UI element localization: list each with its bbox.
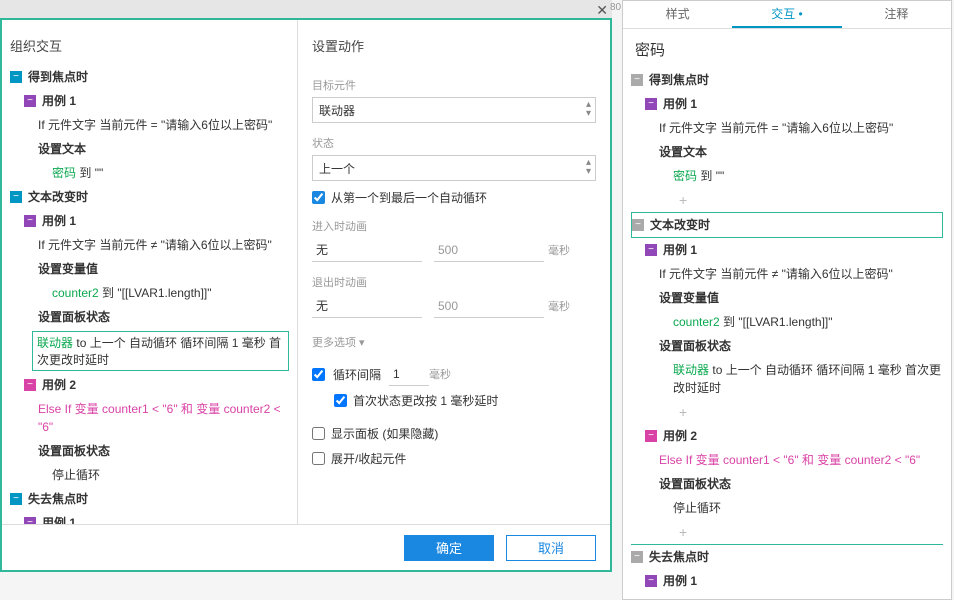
loop-interval-input[interactable] bbox=[389, 362, 429, 386]
case-1b[interactable]: −用例 1 bbox=[10, 209, 289, 233]
condition-row[interactable]: If 元件文字 当前元件 = "请输入6位以上密码" bbox=[10, 113, 289, 137]
organize-interactions-panel: 组织交互 −得到焦点时 −用例 1 If 元件文字 当前元件 = "请输入6位以… bbox=[2, 20, 298, 524]
event-focus[interactable]: −得到焦点时 bbox=[10, 65, 289, 89]
r-elseif[interactable]: Else If 变量 counter1 < "6" 和 变量 counter2 … bbox=[631, 448, 943, 472]
r-plus[interactable]: + bbox=[631, 188, 943, 212]
case-1[interactable]: −用例 1 bbox=[10, 89, 289, 113]
r-settext[interactable]: 设置文本 bbox=[631, 140, 943, 164]
loop-interval-checkbox[interactable] bbox=[312, 368, 325, 381]
auto-loop-check[interactable]: 从第一个到最后一个自动循环 bbox=[312, 189, 596, 206]
cancel-button[interactable]: 取消 bbox=[506, 535, 596, 561]
selected-action[interactable]: 联动器 to 上一个 自动循环 循环间隔 1 毫秒 首次更改时延时 bbox=[32, 331, 289, 371]
r-case-1c[interactable]: −用例 1 bbox=[631, 569, 943, 593]
anim-in-label: 进入时动画 bbox=[312, 218, 596, 234]
ms-unit: 毫秒 bbox=[548, 298, 570, 314]
more-options[interactable]: 更多选项 ▾ bbox=[312, 334, 596, 350]
r-cond1[interactable]: If 元件文字 当前元件 = "请输入6位以上密码" bbox=[631, 116, 943, 140]
r-case-2[interactable]: −用例 2 bbox=[631, 424, 943, 448]
anim-out-duration[interactable] bbox=[434, 294, 544, 318]
action-setvar[interactable]: 设置变量值 bbox=[10, 257, 289, 281]
chevron-updown-icon: ▴▾ bbox=[586, 158, 591, 176]
dialog-footer: 确定 取消 bbox=[2, 524, 610, 570]
r-setpanel2[interactable]: 设置面板状态 bbox=[631, 472, 943, 496]
interaction-editor-dialog: 组织交互 −得到焦点时 −用例 1 If 元件文字 当前元件 = "请输入6位以… bbox=[0, 18, 612, 572]
target-select[interactable]: 联动器 ▴▾ bbox=[312, 97, 596, 123]
anim-in-duration[interactable] bbox=[434, 238, 544, 262]
stop-loop[interactable]: 停止循环 bbox=[10, 463, 289, 487]
event-blur[interactable]: −失去焦点时 bbox=[10, 487, 289, 511]
auto-loop-checkbox[interactable] bbox=[312, 191, 325, 204]
widget-name[interactable]: 密码 bbox=[623, 29, 951, 68]
loop-interval-row[interactable]: 循环间隔 毫秒 bbox=[312, 362, 596, 386]
r-setvar[interactable]: 设置变量值 bbox=[631, 286, 943, 310]
state-select[interactable]: 上一个 ▴▾ bbox=[312, 155, 596, 181]
expand-collapse-row[interactable]: 展开/收起元件 bbox=[312, 450, 596, 467]
r-settext-val[interactable]: 密码 到 "" bbox=[631, 164, 943, 188]
tab-interact[interactable]: 交互 • bbox=[732, 1, 841, 28]
tab-notes[interactable]: 注释 bbox=[842, 1, 951, 28]
close-icon[interactable]: ✕ bbox=[596, 2, 608, 19]
r-case-1b[interactable]: −用例 1 bbox=[631, 238, 943, 262]
show-panel-checkbox[interactable] bbox=[312, 427, 325, 440]
action-settings-panel: 设置动作 目标元件 联动器 ▴▾ 状态 上一个 ▴▾ 从第一个到最后一个自动循环… bbox=[298, 20, 610, 524]
first-change-delay-row[interactable]: 首次状态更改按 1 毫秒延时 bbox=[334, 392, 596, 409]
state-label: 状态 bbox=[312, 135, 596, 151]
expand-collapse-checkbox[interactable] bbox=[312, 452, 325, 465]
anim-out-label: 退出时动画 bbox=[312, 274, 596, 290]
chevron-updown-icon: ▴▾ bbox=[586, 100, 591, 118]
case-2[interactable]: −用例 2 bbox=[10, 373, 289, 397]
event-textchange[interactable]: −文本改变时 bbox=[10, 185, 289, 209]
r-stoploop[interactable]: 停止循环 bbox=[631, 496, 943, 520]
target-label: 目标元件 bbox=[312, 77, 596, 93]
action-setpanel-2[interactable]: 设置面板状态 bbox=[10, 439, 289, 463]
action-settext[interactable]: 设置文本 bbox=[10, 137, 289, 161]
action-setpanel[interactable]: 设置面板状态 bbox=[10, 305, 289, 329]
show-panel-row[interactable]: 显示面板 (如果隐藏) bbox=[312, 425, 596, 442]
ok-button[interactable]: 确定 bbox=[404, 535, 494, 561]
anim-out-select[interactable] bbox=[312, 294, 422, 318]
condition-row-2[interactable]: If 元件文字 当前元件 ≠ "请输入6位以上密码" bbox=[10, 233, 289, 257]
right-title: 设置动作 bbox=[312, 30, 596, 65]
action-settext-target[interactable]: 密码 到 "" bbox=[10, 161, 289, 185]
inspector-panel: 样式 交互 • 注释 密码 −得到焦点时 −用例 1 If 元件文字 当前元件 … bbox=[622, 0, 952, 600]
left-title: 组织交互 bbox=[10, 30, 289, 65]
r-panel-detail[interactable]: 联动器 to 上一个 自动循环 循环间隔 1 毫秒 首次更改时延时 bbox=[631, 358, 943, 400]
r-setpanel[interactable]: 设置面板状态 bbox=[631, 334, 943, 358]
first-change-delay-checkbox[interactable] bbox=[334, 394, 347, 407]
r-event-focus[interactable]: −得到焦点时 bbox=[631, 68, 943, 92]
loop-unit: 毫秒 bbox=[429, 366, 451, 382]
r-setvar-val[interactable]: counter2 到 "[[LVAR1.length]]" bbox=[631, 310, 943, 334]
case-1c[interactable]: −用例 1 bbox=[10, 511, 289, 524]
r-cond2[interactable]: If 元件文字 当前元件 ≠ "请输入6位以上密码" bbox=[631, 262, 943, 286]
dialog-titlebar: ✕ bbox=[0, 0, 612, 20]
inspector-tabs: 样式 交互 • 注释 bbox=[623, 1, 951, 29]
r-case-1[interactable]: −用例 1 bbox=[631, 92, 943, 116]
action-setvar-detail[interactable]: counter2 到 "[[LVAR1.length]]" bbox=[10, 281, 289, 305]
canvas-coord: 80 bbox=[610, 2, 621, 13]
r-plus2[interactable]: + bbox=[631, 400, 943, 424]
r-plus3[interactable]: + bbox=[631, 520, 943, 545]
r-event-blur[interactable]: −失去焦点时 bbox=[631, 545, 943, 569]
r-event-textchange[interactable]: −文本改变时 bbox=[631, 212, 943, 238]
elseif-row[interactable]: Else If 变量 counter1 < "6" 和 变量 counter2 … bbox=[10, 397, 289, 439]
r-ifcounter[interactable]: If 变量 counter2 = "" 或 变量 counter2 = "0" bbox=[631, 593, 943, 598]
ms-unit: 毫秒 bbox=[548, 242, 570, 258]
tab-style[interactable]: 样式 bbox=[623, 1, 732, 28]
anim-in-select[interactable] bbox=[312, 238, 422, 262]
